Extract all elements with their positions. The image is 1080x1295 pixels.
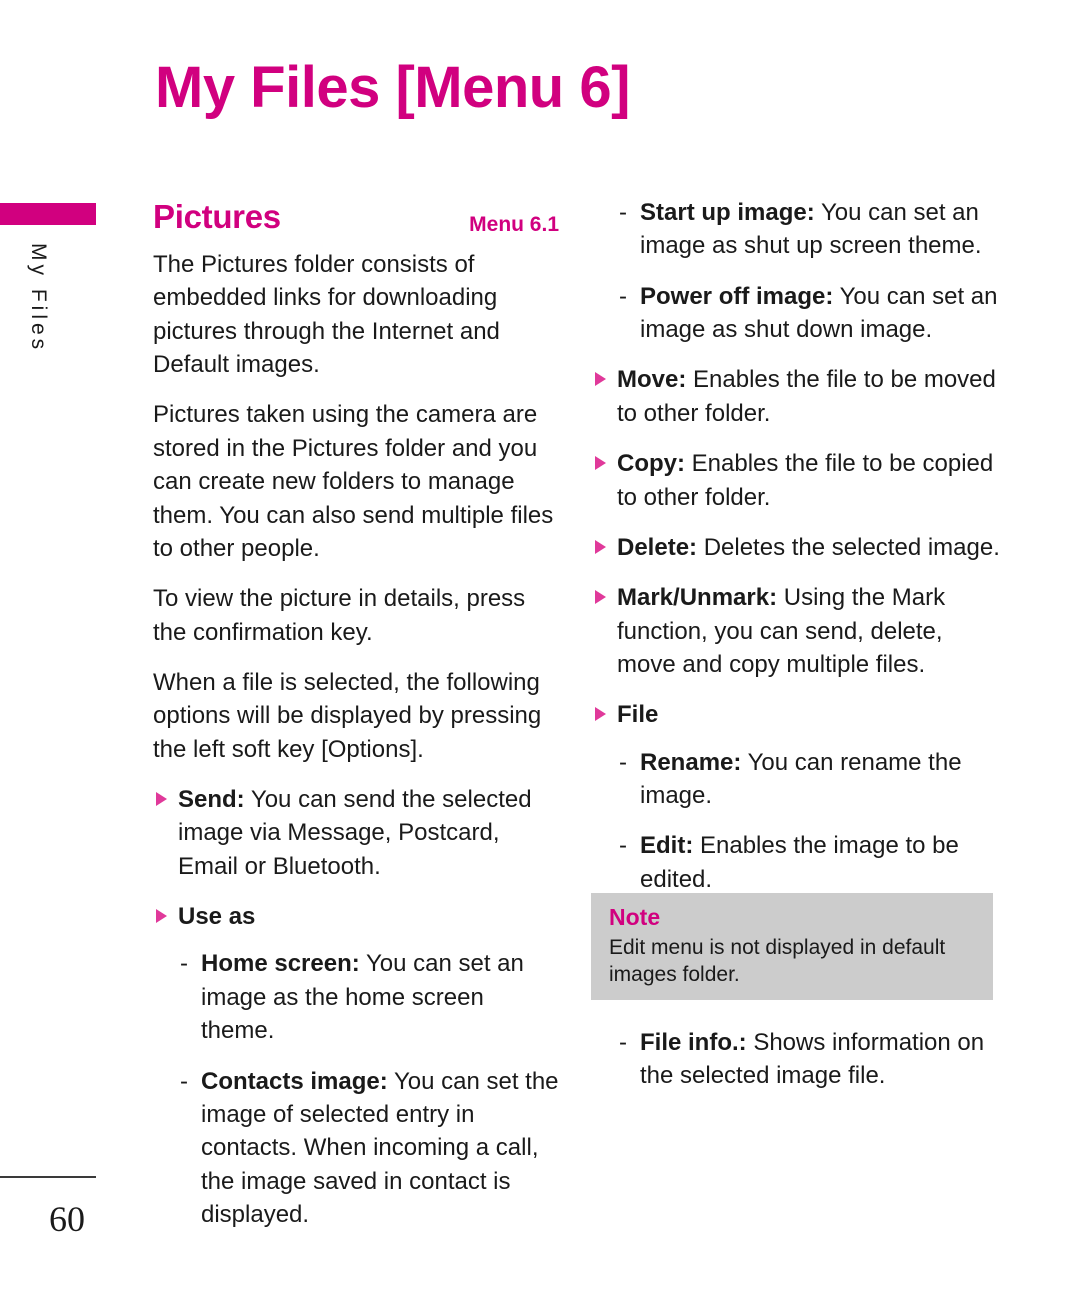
dash-marker-icon: - <box>619 748 627 776</box>
note-title: Note <box>609 904 661 930</box>
list-item: - Home screen: You can set an image as t… <box>153 947 561 1047</box>
page-title: My Files [Menu 6] <box>155 55 630 120</box>
list-item: Move: Enables the file to be moved to ot… <box>592 363 1002 430</box>
list-item-term: Move: <box>617 366 687 394</box>
list-item-term: Copy: <box>617 450 685 478</box>
side-tab-accent-bar <box>0 203 96 225</box>
dash-marker-icon: - <box>619 282 627 310</box>
dash-marker-icon: - <box>619 1029 627 1056</box>
dash-marker-icon: - <box>619 832 627 860</box>
triangle-bullet-icon <box>595 372 606 387</box>
list-item: - Contacts image: You can set the image … <box>153 1065 561 1232</box>
list-item-term: Use as <box>178 903 256 931</box>
list-item-term: File <box>617 701 659 729</box>
page-number: 60 <box>49 1199 85 1239</box>
paragraph: To view the picture in details, press th… <box>153 585 526 646</box>
list-item-term: Edit: <box>640 832 694 860</box>
section-header: Pictures Menu 6.1 <box>153 196 561 248</box>
list-item-term: Home screen: <box>201 950 360 978</box>
list-item: Send: You can send the selected image vi… <box>153 783 561 883</box>
list-item-term: Contacts image: <box>201 1067 388 1095</box>
side-tab-label: My Files <box>27 243 50 354</box>
paragraph: When a file is selected, the following o… <box>153 668 542 763</box>
triangle-bullet-icon <box>595 539 606 554</box>
triangle-bullet-icon <box>595 707 606 722</box>
footer-rule <box>0 1176 96 1178</box>
list-item-term: Power off image: <box>640 282 834 310</box>
list-item: - Edit: Enables the image to be edited. <box>592 829 1002 896</box>
right-column: - Start up image: You can set an image a… <box>592 196 1002 913</box>
list-item: Use as <box>153 900 561 933</box>
list-item: Copy: Enables the file to be copied to o… <box>592 447 1002 514</box>
section-title: Pictures <box>153 198 281 235</box>
list-item: - Start up image: You can set an image a… <box>592 196 1002 263</box>
list-item: - Rename: You can rename the image. <box>592 746 1002 813</box>
triangle-bullet-icon <box>595 456 606 471</box>
list-item-term: File info.: <box>640 1029 747 1056</box>
list-item-term: Start up image: <box>640 199 815 226</box>
post-note-block: - File info.: Shows information on the s… <box>592 1026 1002 1110</box>
triangle-bullet-icon <box>156 909 167 924</box>
list-item-term: Mark/Unmark: <box>617 584 778 612</box>
list-item-term: Send: <box>178 786 245 814</box>
triangle-bullet-icon <box>156 792 167 807</box>
dash-marker-icon: - <box>180 950 188 978</box>
section-menu-reference: Menu 6.1 <box>469 213 559 236</box>
list-item: - File info.: Shows information on the s… <box>592 1026 1002 1093</box>
dash-marker-icon: - <box>619 199 627 226</box>
note-box: Note Edit menu is not displayed in defau… <box>591 893 993 1000</box>
paragraph: Pictures taken using the camera are stor… <box>153 401 554 562</box>
triangle-bullet-icon <box>595 590 606 605</box>
note-body: Edit menu is not displayed in default im… <box>609 935 946 986</box>
list-item: Mark/Unmark: Using the Mark function, yo… <box>592 581 1002 681</box>
left-column: Pictures Menu 6.1 The Pictures folder co… <box>153 196 561 1248</box>
paragraph: The Pictures folder consists of embedded… <box>153 251 500 379</box>
list-item: - Power off image: You can set an image … <box>592 280 1002 347</box>
list-item-term: Rename: <box>640 748 742 776</box>
list-item-term: Delete: <box>617 533 698 561</box>
list-item: File <box>592 698 1002 731</box>
list-item: Delete: Deletes the selected image. <box>592 531 1002 564</box>
dash-marker-icon: - <box>180 1067 188 1095</box>
list-item-desc: Deletes the selected image. <box>697 533 1000 561</box>
